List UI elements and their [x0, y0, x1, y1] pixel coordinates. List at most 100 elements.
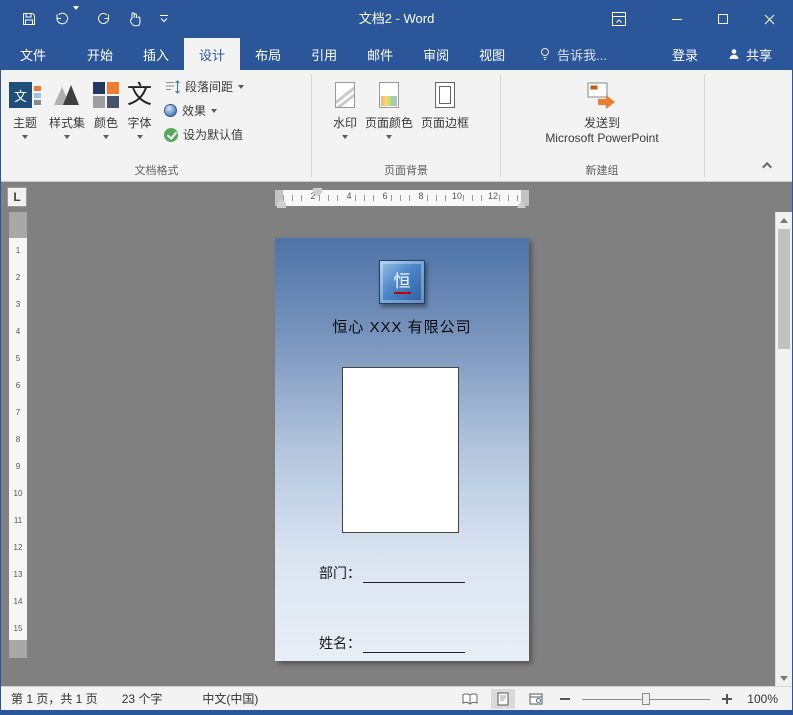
share-button[interactable]: 共享: [713, 38, 792, 70]
group-document-formatting: 文 主题 样式集 颜色 文 字体 段落间距 效果 设为默认值 文档格式: [5, 70, 308, 181]
scroll-up-button[interactable]: [776, 212, 792, 228]
qat-customize-button[interactable]: [159, 14, 169, 24]
save-icon: [23, 13, 35, 25]
status-bar: 第 1 页，共 1 页 23 个字 中文(中国) 100%: [1, 686, 792, 710]
scroll-down-icon: [780, 675, 788, 685]
tab-references[interactable]: 引用: [296, 38, 352, 70]
page-color-icon: [379, 74, 400, 116]
fonts-icon: 文: [127, 81, 153, 109]
collapse-ribbon-button[interactable]: [758, 157, 778, 173]
ruler-number: 4: [15, 327, 21, 336]
tab-view[interactable]: 视图: [464, 38, 520, 70]
page-indicator[interactable]: 第 1 页，共 1 页: [11, 690, 98, 707]
tab-review[interactable]: 审阅: [408, 38, 464, 70]
send-to-powerpoint-icon: [587, 74, 617, 116]
tab-selector[interactable]: L: [7, 187, 27, 207]
name-field: 姓名：: [319, 633, 465, 653]
share-label: 共享: [745, 47, 772, 63]
set-default-check-icon: [164, 127, 179, 142]
window-frame-bottom: [1, 710, 792, 715]
tab-mailings[interactable]: 邮件: [352, 38, 408, 70]
effects-button[interactable]: 效果: [164, 102, 244, 119]
vertical-ruler[interactable]: 1 2 3 4 5 6 7 8 9 10 11 12 13 14 15: [9, 212, 27, 658]
web-layout-button[interactable]: [524, 689, 548, 709]
word-window: 文档2 - Word 文件 开始 插入 设计 布局 引用 邮件 审阅 视图 告诉…: [0, 0, 793, 715]
zoom-out-button[interactable]: [557, 691, 573, 707]
maximize-icon: [718, 14, 728, 24]
themes-icon: 文: [9, 74, 41, 116]
zoom-percentage[interactable]: 100%: [744, 692, 778, 706]
page-borders-button[interactable]: 页面边框: [417, 70, 473, 160]
right-indent-marker[interactable]: [517, 200, 526, 208]
ruler-row: L 2 4 6 8 10 12: [1, 182, 792, 212]
tab-insert[interactable]: 插入: [128, 38, 184, 70]
ribbon-tab-bar: 文件 开始 插入 设计 布局 引用 邮件 审阅 视图 告诉我... 登录 共享: [1, 38, 792, 70]
save-button[interactable]: [21, 11, 37, 27]
set-as-default-button[interactable]: 设为默认值: [164, 126, 244, 143]
qat-customize-icon: [160, 15, 168, 23]
close-icon: [764, 14, 774, 24]
undo-button[interactable]: [54, 12, 70, 26]
send-to-powerpoint-button[interactable]: 发送到 Microsoft PowerPoint: [507, 70, 697, 160]
print-layout-button[interactable]: [491, 688, 515, 709]
ruler-number: 6: [381, 191, 389, 201]
tab-file[interactable]: 文件: [1, 38, 65, 70]
vertical-scrollbar[interactable]: [775, 212, 792, 686]
watermark-icon: [335, 74, 355, 116]
document-page[interactable]: 恒 恒心 XXX 有限公司 部门： 姓名：: [275, 238, 529, 661]
zoom-slider-thumb[interactable]: [642, 692, 650, 705]
read-mode-button[interactable]: [458, 689, 482, 709]
group-separator: [704, 74, 705, 177]
chevron-up-icon: [761, 161, 772, 172]
watermark-button[interactable]: 水印: [329, 70, 361, 160]
left-indent-marker[interactable]: [277, 204, 286, 208]
ruler-ticks: [283, 195, 521, 201]
word-count[interactable]: 23 个字: [122, 690, 163, 707]
ribbon: 文 主题 样式集 颜色 文 字体 段落间距 效果 设为默认值 文档格式 水印 页…: [1, 70, 792, 182]
page-borders-label: 页面边框: [421, 116, 470, 130]
minimize-button[interactable]: [654, 0, 700, 38]
page-borders-icon: [435, 74, 456, 116]
language-indicator[interactable]: 中文(中国): [202, 690, 258, 707]
style-set-icon: [53, 74, 81, 116]
ribbon-display-options-button[interactable]: [600, 0, 638, 38]
themes-label: 主题: [12, 116, 37, 130]
undo-dropdown-button[interactable]: [73, 6, 79, 28]
effects-label: 效果: [182, 104, 207, 118]
tab-design[interactable]: 设计: [184, 38, 241, 70]
colors-label: 颜色: [94, 116, 119, 130]
close-button[interactable]: [746, 0, 792, 38]
page-color-button[interactable]: 页面颜色: [361, 70, 417, 160]
zoom-in-button[interactable]: [719, 691, 735, 707]
paragraph-spacing-label: 段落间距: [185, 80, 234, 94]
scroll-down-button[interactable]: [776, 670, 792, 686]
ruler-number: 3: [15, 300, 21, 309]
touch-mode-button[interactable]: [128, 11, 142, 27]
chevron-down-icon: [211, 108, 218, 113]
chevron-down-icon: [64, 135, 70, 139]
ruler-number: 5: [15, 354, 21, 363]
scrollbar-thumb[interactable]: [778, 229, 790, 349]
tell-me-box[interactable]: 告诉我...: [524, 38, 622, 70]
colors-button[interactable]: 颜色: [89, 70, 123, 160]
paragraph-spacing-button[interactable]: 段落间距: [164, 78, 245, 95]
department-blank-line: [363, 568, 465, 583]
group-separator: [311, 74, 312, 177]
photo-placeholder-box: [342, 367, 459, 533]
chevron-down-icon: [73, 6, 79, 27]
chevron-down-icon: [22, 135, 28, 139]
title-bar: 文档2 - Word: [1, 0, 792, 38]
maximize-button[interactable]: [700, 0, 746, 38]
tab-home[interactable]: 开始: [72, 38, 128, 70]
redo-icon: [98, 12, 109, 24]
ruler-number: 13: [13, 570, 23, 579]
themes-button[interactable]: 文 主题: [5, 70, 45, 160]
touch-mode-icon: [129, 12, 141, 27]
fonts-button[interactable]: 文 字体: [123, 70, 156, 160]
horizontal-ruler[interactable]: 2 4 6 8 10 12: [275, 188, 529, 208]
zoom-slider[interactable]: [582, 691, 710, 707]
tab-layout[interactable]: 布局: [240, 38, 296, 70]
redo-button[interactable]: [96, 12, 111, 26]
sign-in-button[interactable]: 登录: [657, 38, 713, 70]
style-set-button[interactable]: 样式集: [45, 70, 89, 160]
